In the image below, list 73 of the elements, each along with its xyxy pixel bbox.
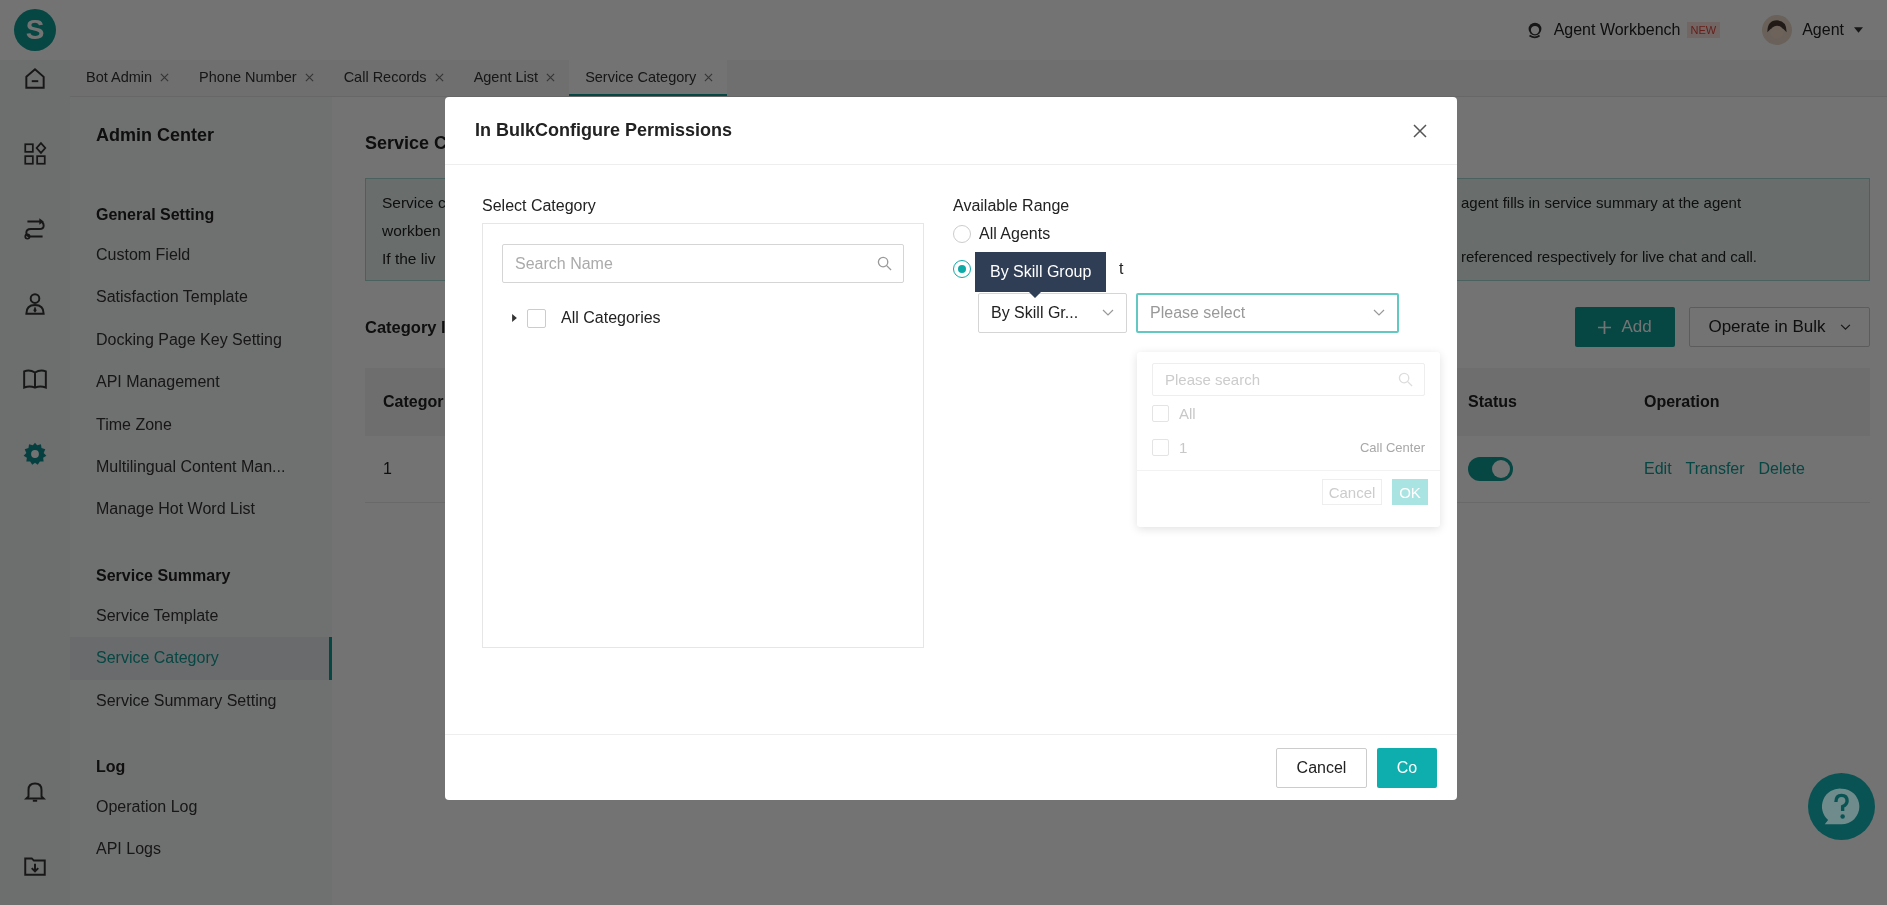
home-icon[interactable] <box>22 66 48 92</box>
radio-label[interactable]: t <box>1119 260 1124 278</box>
workbench-link[interactable]: Agent Workbench <box>1553 21 1681 39</box>
sidebar-item[interactable]: Service Summary Setting <box>70 679 332 722</box>
sidebar-item[interactable]: Operation Log <box>70 785 332 829</box>
new-badge: NEW <box>1686 22 1721 38</box>
caret-icon[interactable] <box>1854 27 1863 33</box>
logo[interactable]: S <box>14 9 56 51</box>
column-header: Categor <box>383 393 445 411</box>
action-link[interactable]: Transfer <box>1685 460 1745 478</box>
action-link[interactable]: Delete <box>1758 460 1805 478</box>
notice-text: Service c <box>382 193 446 213</box>
chevron-down-icon <box>1102 309 1114 317</box>
user-menu[interactable]: Agent <box>1802 21 1844 39</box>
tree-item[interactable]: All Categories <box>561 309 661 327</box>
sidebar-item[interactable]: Service Category <box>70 637 332 680</box>
field-label: Select Category <box>482 197 597 216</box>
dialog-title: In BulkConfigure Permissions <box>475 120 733 141</box>
notice-text: workben <box>382 221 442 241</box>
bulk-operation-button[interactable]: Operate in Bulk <box>1689 307 1870 347</box>
radio-label[interactable]: All Agents <box>979 225 1051 243</box>
sidebar-item[interactable]: Multilingual Content Man... <box>70 445 332 489</box>
field-label: Available Range <box>953 197 1071 216</box>
avatar-icon[interactable] <box>1762 15 1793 45</box>
sidebar-item[interactable]: Service Template <box>70 594 332 638</box>
search-field[interactable]: Search Name <box>502 244 904 283</box>
sidebar-heading: Service Summary <box>95 565 232 586</box>
notice-text: referenced respectively for live chat and call. <box>1461 247 1758 267</box>
route-icon[interactable] <box>22 216 48 242</box>
checkbox[interactable] <box>527 308 546 328</box>
column-header: Status <box>1468 393 1518 411</box>
add-button[interactable]: Add <box>1575 307 1675 347</box>
checkbox[interactable] <box>1152 438 1169 456</box>
expand-caret-icon[interactable] <box>512 314 517 322</box>
checkbox[interactable] <box>1152 404 1169 422</box>
apps-icon[interactable] <box>22 141 48 167</box>
sidebar-item[interactable]: Docking Page Key Setting <box>70 318 332 362</box>
settings-icon[interactable] <box>22 441 48 467</box>
target-select[interactable]: Please select <box>1136 293 1399 333</box>
cancel-button[interactable]: Cancel <box>1276 747 1367 788</box>
close-icon[interactable] <box>1413 123 1427 138</box>
section-title: Category l <box>365 317 446 337</box>
sidebar-item[interactable]: Satisfaction Template <box>70 276 332 319</box>
sidebar-heading: General Setting <box>95 205 216 225</box>
action-link[interactable]: Edit <box>1644 460 1672 478</box>
help-chat-icon[interactable] <box>1808 773 1875 840</box>
tab[interactable]: Bot Admin <box>70 60 184 96</box>
column-header: Operation <box>1644 393 1721 411</box>
sidebar-title: Admin Center <box>95 125 215 146</box>
confirm-button[interactable]: Co <box>1377 747 1437 788</box>
table-cell-text: 1 <box>383 460 393 478</box>
mode-select[interactable]: By Skill Gr... <box>978 293 1127 333</box>
sidebar-heading: Log <box>95 756 127 777</box>
search-icon <box>1398 372 1413 387</box>
sidebar-item[interactable]: API Logs <box>70 828 332 871</box>
search-icon <box>877 256 892 271</box>
chevron-down-icon <box>1373 309 1385 317</box>
plus-icon <box>1598 320 1612 334</box>
tab[interactable]: Service Category <box>569 60 728 96</box>
notice-text: agent fills in service summary at the agent <box>1461 193 1743 213</box>
chevron-down-icon <box>1839 323 1851 331</box>
tooltip: By Skill Group <box>975 252 1107 298</box>
tab[interactable]: Agent List <box>457 60 570 96</box>
sidebar-item[interactable]: Custom Field <box>70 234 332 277</box>
sidebar-item[interactable]: API Management <box>70 361 332 404</box>
status-toggle[interactable] <box>1468 457 1513 481</box>
option-note: Call Center <box>1359 439 1425 455</box>
sidebar-item[interactable]: Time Zone <box>70 403 332 446</box>
tab[interactable]: Phone Number <box>183 60 328 96</box>
tab[interactable]: Call Records <box>327 60 458 96</box>
sidebar-item[interactable]: Manage Hot Word List <box>70 488 332 531</box>
notice-text: If the liv <box>382 249 437 269</box>
person-icon[interactable] <box>22 291 48 317</box>
